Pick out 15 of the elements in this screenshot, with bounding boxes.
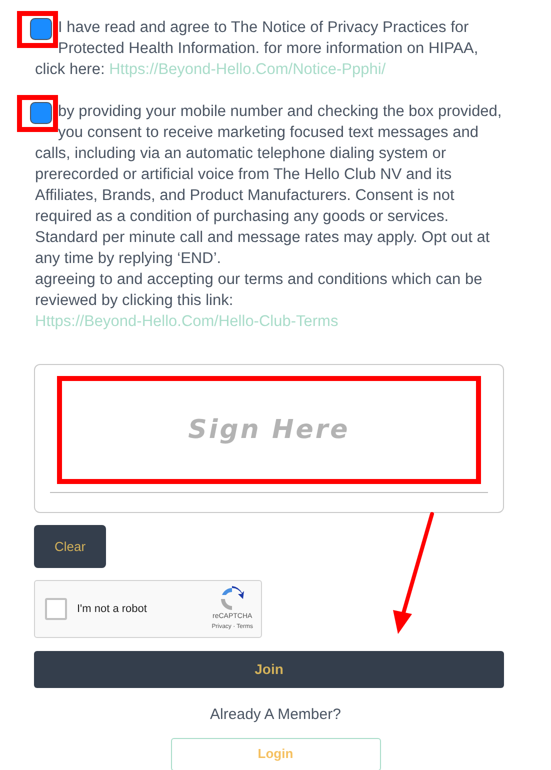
consent-text: I have read and agree to The Notice of Privacy Practices for Protected Health Information. for more information on HIPAA, click here: Https://Beyond-Hello.Com/Notice-Ppphi/ bbox=[35, 17, 511, 80]
captcha-checkbox[interactable] bbox=[45, 598, 67, 620]
captcha-label: I'm not a robot bbox=[77, 602, 148, 617]
clear-button[interactable]: Clear bbox=[34, 525, 106, 568]
member-prompt: Already A Member? bbox=[210, 705, 341, 725]
link[interactable]: Https://Beyond-Hello.Com/Hello-Club-Terms bbox=[35, 313, 338, 330]
join-button[interactable]: Join bbox=[34, 651, 504, 688]
login-button[interactable]: Login bbox=[170, 738, 380, 770]
recaptcha-logo-icon bbox=[219, 586, 246, 612]
consent-checkbox[interactable] bbox=[30, 18, 52, 40]
signature-placeholder: Sign Here bbox=[188, 414, 350, 446]
link[interactable]: Https://Beyond-Hello.Com/Notice-Ppphi/ bbox=[109, 61, 386, 78]
consent-checkbox[interactable] bbox=[30, 102, 52, 124]
consent-text: by providing your mobile number and checking the box provided, you consent to receive marketing focused text messages and calls, including via an automatic telephone dialing system or prerecorded or artificial voice from The Hello Club NV and its Affiliates, Brands, and Product Manufacturers. Consent is not required as a condition of purchasing any goods or services. Standard per minute call and message rates may apply. Opt out at any time by replying ‘END’. agreeing to and accepting our terms and conditions which can be reviewed by clicking this link: Https://Beyond-Hello.Com/Hello-Club-Terms bbox=[35, 101, 511, 332]
signature-area[interactable]: Sign Here bbox=[57, 376, 481, 484]
